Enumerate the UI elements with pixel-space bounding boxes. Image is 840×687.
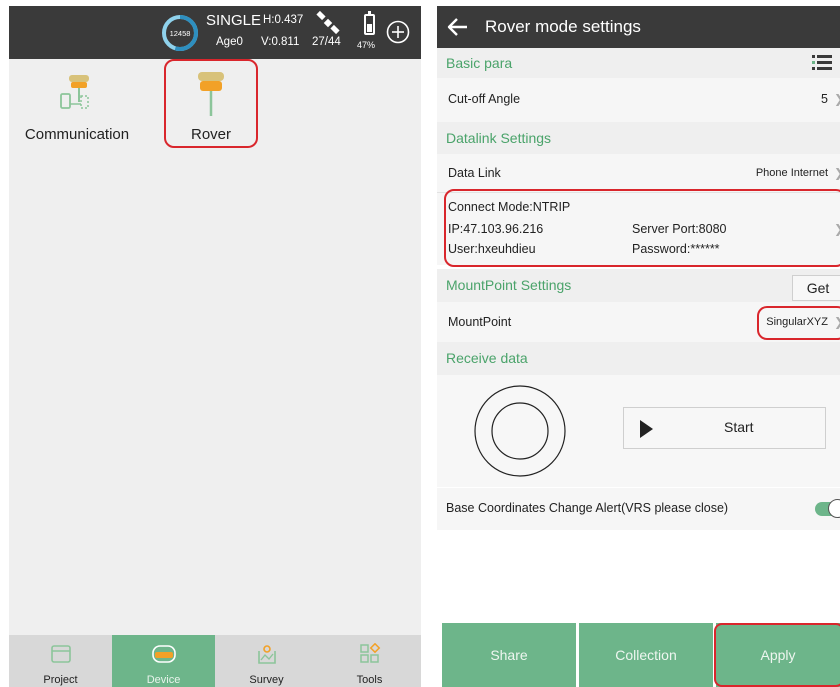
nav-label-survey: Survey: [249, 674, 284, 686]
signal-indicator-icon: [474, 385, 566, 477]
nav-label-tools: Tools: [356, 674, 383, 686]
mountpoint-highlight-box: [757, 306, 840, 340]
base-change-alert-row: Base Coordinates Change Alert(VRS please…: [437, 488, 840, 530]
app-label-communication: Communication: [24, 126, 130, 143]
device-icon: [151, 645, 176, 663]
chevron-right-icon: ❯: [834, 166, 840, 180]
apply-highlight-box: [714, 623, 840, 687]
cutoff-angle-row[interactable]: Cut-off Angle 5 ❯: [437, 78, 840, 122]
collection-button[interactable]: Collection: [579, 623, 713, 687]
chevron-right-icon: ❯: [834, 92, 840, 106]
section-datalink: Datalink Settings: [437, 122, 840, 154]
ntrip-highlight-box: [444, 189, 840, 267]
title-bar: Rover mode settings: [437, 6, 840, 48]
get-mountpoint-button[interactable]: Get: [792, 275, 840, 301]
section-mountpoint-label: MountPoint Settings: [446, 277, 572, 293]
nav-label-project: Project: [43, 674, 78, 686]
satellite-icon: [316, 10, 340, 35]
device-screen: 12458 SINGLE Age0 H:0.437 V:0.811 27/44 …: [9, 6, 421, 687]
data-link-row[interactable]: Data Link Phone Internet ❯: [437, 154, 840, 192]
start-button[interactable]: Start: [623, 407, 826, 449]
start-label: Start: [724, 419, 754, 435]
app-communication[interactable]: Communication: [12, 60, 142, 152]
status-bar: 12458 SINGLE Age0 H:0.437 V:0.811 27/44 …: [9, 6, 421, 59]
back-arrow-icon[interactable]: [446, 16, 468, 38]
section-basic-para-label: Basic para: [446, 55, 513, 71]
section-receive-data-label: Receive data: [446, 350, 528, 366]
survey-icon: [257, 645, 276, 664]
satellite-count: 27/44: [312, 36, 341, 48]
rover-highlight-box: [164, 59, 258, 148]
nav-tools[interactable]: Tools: [318, 635, 421, 687]
satellite-gauge-value: 12458: [170, 29, 191, 38]
section-mountpoint: MountPoint Settings: [437, 269, 840, 302]
share-button[interactable]: Share: [442, 623, 576, 687]
base-change-alert-toggle[interactable]: [815, 499, 840, 518]
communication-icon: [60, 75, 89, 109]
h-precision: H:0.437: [263, 14, 304, 26]
tools-icon: [359, 643, 380, 663]
nav-device[interactable]: Device: [112, 635, 215, 687]
base-change-alert-label: Base Coordinates Change Alert(VRS please…: [446, 501, 729, 515]
page-title: Rover mode settings: [485, 17, 641, 36]
action-bar: Share Collection Apply: [437, 623, 840, 687]
section-datalink-label: Datalink Settings: [446, 130, 552, 146]
v-precision: V:0.811: [261, 36, 300, 48]
section-basic-para: Basic para: [437, 48, 840, 78]
mountpoint-label: MountPoint: [448, 315, 512, 329]
nav-survey[interactable]: Survey: [215, 635, 318, 687]
project-icon: [50, 645, 71, 663]
bottom-nav: Project Device Survey Tools: [9, 635, 421, 687]
add-circle-icon[interactable]: [386, 20, 410, 44]
battery-icon: [364, 11, 375, 35]
cutoff-angle-value: 5: [821, 92, 828, 106]
satellite-gauge-icon: 12458: [162, 15, 198, 51]
battery-fill: [367, 24, 372, 32]
data-link-value: Phone Internet: [755, 167, 828, 179]
toggle-knob: [828, 499, 840, 518]
nav-label-device: Device: [146, 674, 181, 686]
solution-status: SINGLE: [206, 12, 262, 29]
nav-project[interactable]: Project: [9, 635, 112, 687]
rover-settings-screen: Rover mode settings Basic para Cut-off A…: [437, 6, 840, 687]
data-link-label: Data Link: [448, 166, 501, 180]
section-receive-data: Receive data: [437, 342, 840, 375]
cutoff-angle-label: Cut-off Angle: [448, 92, 521, 106]
list-menu-icon[interactable]: [812, 55, 832, 71]
play-icon: [640, 420, 653, 438]
battery-percent: 47%: [357, 40, 376, 50]
age-status: Age0: [216, 36, 243, 48]
